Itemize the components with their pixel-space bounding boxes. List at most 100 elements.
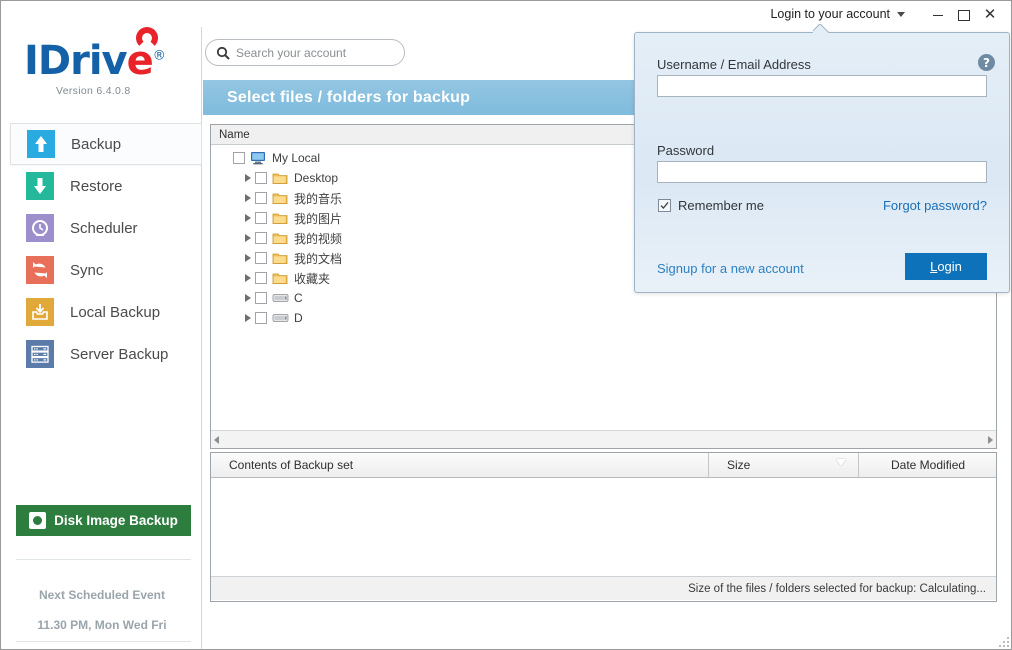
login-popup-panel: ? Username / Email Address Password Reme… xyxy=(634,32,1010,293)
account-menu-label: Login to your account xyxy=(770,7,890,21)
expand-toggle[interactable] xyxy=(241,314,255,322)
signup-link[interactable]: Signup for a new account xyxy=(657,261,804,276)
search-box[interactable] xyxy=(205,39,405,66)
expand-toggle[interactable] xyxy=(241,174,255,182)
tree-row[interactable]: D xyxy=(211,308,996,328)
tree-row-label: Desktop xyxy=(294,171,339,185)
sidebar-item-server-backup[interactable]: Server Backup xyxy=(2,333,201,375)
tree-checkbox[interactable] xyxy=(255,292,267,304)
forgot-password-link[interactable]: Forgot password? xyxy=(883,198,987,213)
scroll-left-icon[interactable] xyxy=(214,435,219,444)
remember-me-label[interactable]: Remember me xyxy=(678,198,764,213)
tree-checkbox[interactable] xyxy=(255,192,267,204)
application-window: Login to your account ✕ IDriv e® Version … xyxy=(0,0,1012,650)
banner-title-label: Select files / folders for backup xyxy=(227,88,471,106)
sidebar-nav: Backup Restore Scheduler Sync Local Back… xyxy=(2,123,202,375)
sidebar-item-label: Local Backup xyxy=(70,303,161,321)
folder-icon xyxy=(272,211,289,226)
username-field[interactable] xyxy=(657,75,987,97)
divider xyxy=(16,641,191,642)
scroll-right-icon[interactable] xyxy=(988,435,993,444)
version-label: Version 6.4.0.8 xyxy=(56,85,131,97)
download-arrow-icon xyxy=(26,172,54,200)
chevron-right-icon xyxy=(245,274,251,282)
tree-checkbox[interactable] xyxy=(255,172,267,184)
tree-row-label: D xyxy=(294,311,303,325)
computer-icon xyxy=(250,151,267,166)
sidebar-item-sync[interactable]: Sync xyxy=(2,249,201,291)
contents-list-body[interactable] xyxy=(211,478,996,576)
server-rack-icon xyxy=(26,340,54,368)
logo-lock-icon: e xyxy=(127,27,158,81)
tree-checkbox[interactable] xyxy=(255,232,267,244)
login-button-label: ogin xyxy=(937,259,962,274)
tree-checkbox[interactable] xyxy=(255,212,267,224)
status-bar: Size of the files / folders selected for… xyxy=(211,576,996,600)
chevron-right-icon xyxy=(245,194,251,202)
search-icon xyxy=(216,46,230,60)
account-menu[interactable]: Login to your account xyxy=(766,5,909,23)
tree-checkbox[interactable] xyxy=(233,152,245,164)
close-button[interactable]: ✕ xyxy=(977,3,1003,25)
expand-toggle[interactable] xyxy=(241,234,255,242)
drive-icon xyxy=(272,311,289,326)
folder-icon xyxy=(272,231,289,246)
column-header-name[interactable]: Contents of Backup set xyxy=(211,453,709,477)
upload-arrow-icon xyxy=(27,130,55,158)
expand-toggle[interactable] xyxy=(241,194,255,202)
contents-column-headers: Contents of Backup set Size Date Modifie… xyxy=(211,453,996,478)
disk-image-backup-label: Disk Image Backup xyxy=(54,513,178,528)
tree-checkbox[interactable] xyxy=(255,272,267,284)
next-scheduled-event-time: 11.30 PM, Mon Wed Fri xyxy=(37,618,167,632)
sort-descending-icon xyxy=(836,459,846,466)
sidebar-item-scheduler[interactable]: Scheduler xyxy=(2,207,201,249)
expand-toggle[interactable] xyxy=(241,254,255,262)
column-header-date-modified[interactable]: Date Modified xyxy=(859,453,996,477)
backup-set-contents-panel: Contents of Backup set Size Date Modifie… xyxy=(210,452,997,602)
tree-header-label: Name xyxy=(219,128,250,141)
username-label: Username / Email Address xyxy=(657,57,811,72)
folder-icon xyxy=(272,271,289,286)
sidebar-item-label: Restore xyxy=(70,177,123,195)
login-button-accesskey: L xyxy=(930,259,938,274)
disk-image-backup-button[interactable]: Disk Image Backup xyxy=(16,505,191,536)
column-header-name-label: Contents of Backup set xyxy=(229,458,354,472)
password-field[interactable] xyxy=(657,161,987,183)
maximize-button[interactable] xyxy=(951,3,977,25)
column-header-size-label: Size xyxy=(727,458,751,472)
minimize-button[interactable] xyxy=(925,3,951,25)
sync-arrows-icon xyxy=(26,256,54,284)
sidebar-item-local-backup[interactable]: Local Backup xyxy=(2,291,201,333)
tree-checkbox[interactable] xyxy=(255,252,267,264)
sidebar-item-backup[interactable]: Backup xyxy=(10,123,202,165)
expand-toggle[interactable] xyxy=(241,214,255,222)
title-bar: Login to your account ✕ xyxy=(1,1,1011,27)
resize-grip[interactable] xyxy=(997,635,1009,647)
clock-icon xyxy=(26,214,54,242)
registered-mark: ® xyxy=(152,48,166,64)
sidebar: IDrive® Version 6.4.0.8 Backup Restore xyxy=(2,27,202,649)
folder-icon xyxy=(272,171,289,186)
sidebar-item-label: Server Backup xyxy=(70,345,169,363)
brand-logo: IDriv e® Version 6.4.0.8 xyxy=(2,27,201,123)
hard-disk-icon xyxy=(29,512,47,529)
inbox-arrow-icon xyxy=(26,298,54,326)
expand-toggle[interactable] xyxy=(241,274,255,282)
chevron-right-icon xyxy=(245,314,251,322)
sidebar-item-label: Sync xyxy=(70,261,104,279)
chevron-right-icon xyxy=(245,174,251,182)
help-icon[interactable]: ? xyxy=(978,54,995,71)
drive-icon xyxy=(272,291,289,306)
status-text: Size of the files / folders selected for… xyxy=(688,582,986,595)
search-input[interactable] xyxy=(236,45,386,60)
folder-icon xyxy=(272,251,289,266)
remember-me-checkbox[interactable] xyxy=(658,199,671,212)
tree-checkbox[interactable] xyxy=(255,312,267,324)
sidebar-item-restore[interactable]: Restore xyxy=(2,165,201,207)
login-button[interactable]: Login xyxy=(905,253,987,280)
chevron-right-icon xyxy=(245,234,251,242)
expand-toggle[interactable] xyxy=(241,294,255,302)
horizontal-scrollbar[interactable] xyxy=(211,430,996,448)
column-header-size[interactable]: Size xyxy=(709,453,859,477)
check-icon xyxy=(660,201,669,209)
